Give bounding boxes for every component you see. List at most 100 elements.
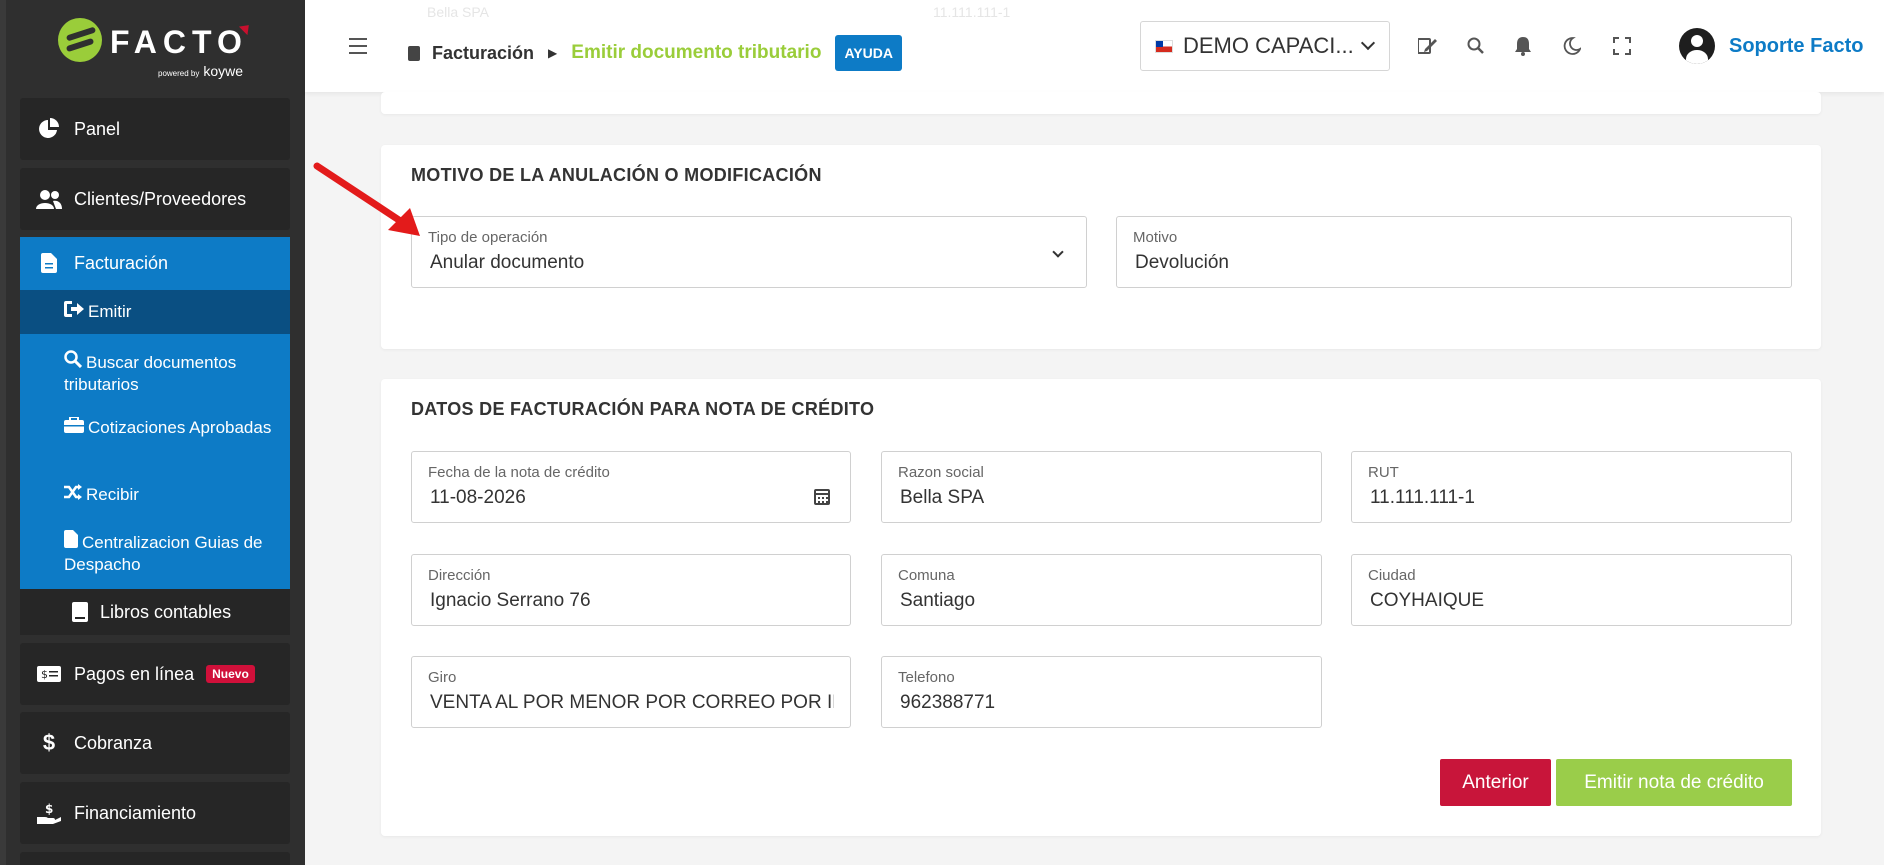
section-title: DATOS DE FACTURACIÓN PARA NOTA DE CRÉDIT… [411,399,875,419]
hand-dollar-icon: $ [36,802,62,824]
field-label: Giro [428,669,457,686]
sidebar-item-label: Panel [74,118,121,139]
field-value: 11-08-2026 [430,487,526,508]
sidebar-subitem-recibir[interactable]: Recibir [20,484,290,506]
section-title: MOTIVO DE LA ANULACIÓN O MODIFICACIÓN [411,165,822,185]
field-label: Razon social [898,464,984,481]
comuna-input[interactable]: Comuna Santiago [881,554,1322,626]
field-value: Devolución [1135,252,1229,273]
pie-chart-icon [36,118,62,140]
breadcrumb-current: Emitir documento tributario [571,42,822,63]
sidebar-subitem-centralizacion[interactable]: Centralizacion Guias de Despacho [20,530,290,576]
field-value: 11.111.111-1 [1370,487,1475,508]
money-bill-icon: $ [36,663,62,685]
sidebar-item-label: Pagos en línea [74,663,195,684]
sidebar: FACTO powered by koywe Panel Clientes/Pro… [0,0,305,865]
sidebar-subitem-label: Emitir [88,302,132,321]
breadcrumb-parent[interactable]: Facturación [432,43,534,64]
ghost-value: Bella SPA [427,4,489,20]
field-value: Bella SPA [900,487,985,508]
field-label: Motivo [1133,229,1178,246]
sidebar-item-label: Financiamiento [74,802,197,823]
svg-text:$: $ [45,802,53,816]
users-icon [36,188,62,210]
breadcrumb-caret-icon: ▶ [548,46,558,60]
fecha-nota-input[interactable]: Fecha de la nota de crédito 11-08-2026 [411,451,851,523]
sidebar-subitem-cotizaciones[interactable]: Cotizaciones Aprobadas [20,416,290,439]
field-label: Telefono [898,669,955,686]
fullscreen-icon[interactable] [1612,36,1632,56]
avatar [1679,28,1715,64]
sign-out-icon [64,301,84,323]
logo-text: FACTO [110,24,248,60]
field-value: COYHAIQUE [1370,590,1485,611]
sidebar-item-cobranza[interactable]: $ Cobranza [20,712,290,774]
field-value: VENTA AL POR MENOR POR CORREO POR INTERN… [430,692,834,713]
ghost-value: 11.111.111-1 [933,4,1011,20]
file-icon [36,253,62,273]
user-name: Soporte Facto [1729,34,1864,57]
tipo-operacion-select[interactable]: Tipo de operación Anular documento [411,216,1087,288]
field-value: Ignacio Serrano 76 [430,590,591,611]
sidebar-item-financiamiento[interactable]: $ Financiamiento [20,782,290,844]
bell-icon[interactable] [1513,36,1533,56]
ciudad-input[interactable]: Ciudad COYHAIQUE [1351,554,1792,626]
sidebar-subitem-label: Recibir [86,485,139,504]
briefcase-icon [64,416,84,439]
field-value: 962388771 [900,692,996,713]
sidebar-subitem-label: Cotizaciones Aprobadas [88,418,272,437]
rut-input[interactable]: RUT 11.111.111-1 [1351,451,1792,523]
sidebar-item-label: Cobranza [74,732,153,753]
book-icon [72,602,88,622]
direccion-input[interactable]: Dirección Ignacio Serrano 76 [411,554,851,626]
sidebar-subitem-buscar[interactable]: Buscar documentos tributarios [20,350,290,396]
sidebar-edge [0,0,6,865]
field-label: Fecha de la nota de crédito [428,464,610,481]
facto-logo[interactable]: FACTO powered by koywe [58,18,258,80]
top-header: Bella SPA 11.111.111-1 Facturación ▶ Emi… [305,0,1884,92]
field-label: Dirección [428,567,491,584]
field-label: Tipo de operación [428,229,548,246]
field-value: Anular documento [430,252,585,273]
anterior-button[interactable]: Anterior [1440,759,1551,806]
sidebar-item-pagos[interactable]: $ Pagos en línea Nuevo [20,643,290,705]
sidebar-item-libros[interactable]: Libros contables [20,589,290,635]
motivo-input[interactable]: Motivo Devolución [1116,216,1792,288]
search-icon[interactable] [1466,36,1486,56]
sidebar-item-facturacion[interactable]: Facturación [20,237,290,289]
svg-text:$: $ [41,668,48,681]
razon-social-input[interactable]: Razon social Bella SPA [881,451,1322,523]
chile-flag-icon [1155,39,1173,53]
sidebar-item-panel[interactable]: Panel [20,98,290,160]
search-icon [64,350,83,374]
calendar-icon[interactable] [814,489,830,505]
telefono-input[interactable]: Telefono 962388771 [881,656,1322,728]
field-label: Ciudad [1368,567,1416,584]
document-icon [408,45,420,61]
sidebar-item-label: Facturación [74,252,169,273]
giro-input[interactable]: Giro VENTA AL POR MENOR POR CORREO POR I… [411,656,851,728]
breadcrumb: Facturación ▶ Emitir documento tributari… [408,35,902,71]
field-label: RUT [1368,464,1399,481]
moon-icon[interactable] [1562,36,1582,56]
company-selector[interactable]: DEMO CAPACI... [1140,21,1390,71]
sidebar-subitem-label: Buscar documentos tributarios [64,353,237,394]
sidebar-item-clientes[interactable]: Clientes/Proveedores [20,168,290,230]
company-name: DEMO CAPACI... [1183,33,1354,58]
edit-document-icon[interactable] [1418,36,1438,56]
file-icon [64,530,78,554]
sidebar-group-facturacion: Facturación Emitir Buscar documentos tri… [20,237,290,589]
new-badge: Nuevo [206,665,255,683]
annotation-arrow-icon [313,162,420,236]
logo-powered: powered by koywe [158,63,244,79]
sidebar-item-more[interactable] [20,852,290,865]
field-label: Comuna [898,567,955,584]
previous-card [381,92,1821,114]
sidebar-item-label: Clientes/Proveedores [74,188,247,209]
sidebar-subitem-emitir[interactable]: Emitir [20,290,290,334]
emitir-nota-credito-button[interactable]: Emitir nota de crédito [1556,759,1792,806]
user-menu[interactable]: Soporte Facto [1679,28,1863,64]
help-button[interactable]: AYUDA [835,35,902,71]
hamburger-menu-icon[interactable] [349,38,367,54]
chevron-down-icon [1360,35,1376,51]
